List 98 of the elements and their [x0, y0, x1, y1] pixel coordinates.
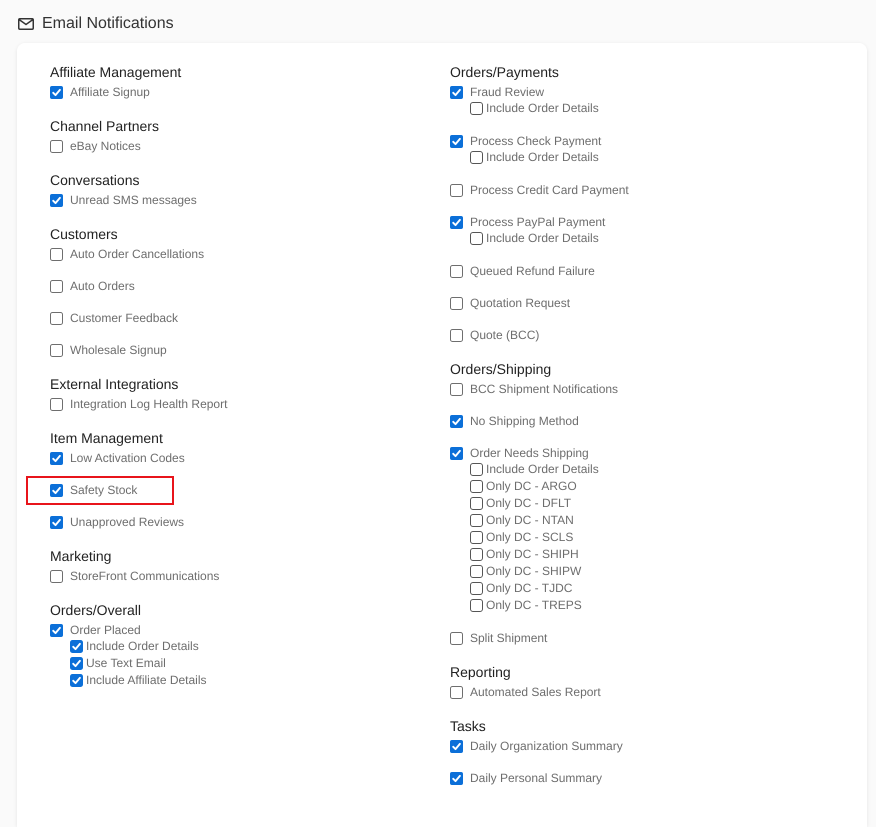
option-label: Include Order Details	[486, 100, 599, 117]
option-label: Only DC - ARGO	[486, 478, 577, 495]
option-label: Only DC - SHIPH	[486, 546, 579, 563]
checkbox[interactable]	[470, 151, 483, 164]
option-label: Only DC - SHIPW	[486, 563, 582, 580]
checkbox[interactable]	[50, 398, 63, 410]
checkbox[interactable]	[470, 463, 483, 476]
option-label: Daily Personal Summary	[470, 770, 602, 786]
checkbox[interactable]	[50, 140, 63, 152]
option-label: Customer Feedback	[70, 310, 178, 326]
section-heading: Orders/Payments	[450, 63, 560, 82]
section-heading: Tasks	[450, 717, 487, 736]
option-label: Include Affiliate Details	[86, 672, 207, 689]
checkbox[interactable]	[70, 640, 83, 653]
checkbox[interactable]	[450, 86, 463, 98]
checkbox[interactable]	[450, 686, 463, 698]
checkbox[interactable]	[50, 516, 63, 528]
option-label: Include Order Details	[486, 149, 599, 166]
section-heading: Channel Partners	[50, 117, 160, 136]
option-label: Process Credit Card Payment	[470, 182, 629, 198]
option-label: Wholesale Signup	[70, 342, 167, 358]
section-heading: Customers	[50, 225, 119, 244]
checkbox[interactable]	[50, 452, 63, 464]
checkbox[interactable]	[450, 328, 463, 342]
checkbox[interactable]	[450, 632, 463, 644]
option-label: Only DC - TJDC	[486, 580, 572, 597]
section-heading: Conversations	[50, 171, 140, 190]
checkbox[interactable]	[50, 484, 63, 496]
checkbox[interactable]	[450, 382, 463, 396]
option-label: eBay Notices	[70, 138, 141, 154]
section-heading: Item Management	[50, 429, 164, 448]
checkbox[interactable]	[470, 480, 483, 493]
checkbox[interactable]	[450, 740, 463, 752]
section-heading: Affiliate Management	[50, 63, 182, 82]
mail-icon	[18, 18, 34, 30]
checkbox[interactable]	[450, 296, 463, 310]
option-label: Queued Refund Failure	[470, 263, 595, 279]
checkbox[interactable]	[50, 570, 63, 582]
checkbox[interactable]	[450, 772, 463, 784]
option-label: Quotation Request	[470, 295, 570, 311]
checkbox[interactable]	[50, 344, 63, 356]
option-label: Daily Organization Summary	[470, 738, 623, 754]
checkbox[interactable]	[470, 531, 483, 544]
option-label: Auto Orders	[70, 278, 135, 294]
checkbox[interactable]	[50, 312, 63, 324]
checkbox[interactable]	[50, 280, 63, 292]
checkbox[interactable]	[50, 248, 63, 260]
option-label: Split Shipment	[470, 630, 548, 646]
checkbox[interactable]	[450, 184, 463, 196]
option-label: Include Order Details	[486, 230, 599, 247]
checkbox[interactable]	[470, 514, 483, 527]
checkbox[interactable]	[50, 86, 63, 98]
option-label: Quote (BCC)	[470, 327, 540, 343]
option-label: Only DC - SCLS	[486, 529, 574, 546]
checkbox[interactable]	[450, 134, 463, 148]
checkbox[interactable]	[450, 264, 463, 278]
page-title: Email Notifications	[42, 14, 174, 34]
option-label: Fraud Review	[470, 84, 544, 100]
checkbox[interactable]	[70, 657, 83, 670]
option-label: Unread SMS messages	[70, 192, 197, 208]
option-label: Process Check Payment	[470, 133, 602, 149]
section-heading: Marketing	[50, 547, 112, 566]
option-label: Integration Log Health Report	[70, 396, 228, 412]
option-label: Order Needs Shipping	[470, 445, 589, 461]
option-label: Only DC - NTAN	[486, 512, 574, 529]
checkbox[interactable]	[470, 548, 483, 561]
option-label: Automated Sales Report	[470, 684, 601, 700]
option-label: Affiliate Signup	[70, 84, 150, 100]
option-label: Order Placed	[70, 622, 141, 638]
section-heading: External Integrations	[50, 375, 180, 394]
checkbox[interactable]	[470, 102, 483, 115]
option-label: Unapproved Reviews	[70, 514, 184, 530]
checkbox[interactable]	[470, 232, 483, 245]
checkbox[interactable]	[470, 497, 483, 510]
option-label: BCC Shipment Notifications	[470, 381, 618, 397]
checkbox[interactable]	[450, 216, 463, 228]
section-heading: Orders/Shipping	[450, 360, 552, 379]
option-label: Low Activation Codes	[70, 450, 185, 466]
section-heading: Reporting	[450, 663, 512, 682]
checkbox[interactable]	[470, 582, 483, 595]
checkbox[interactable]	[470, 565, 483, 578]
checkbox[interactable]	[450, 414, 463, 428]
checkbox[interactable]	[470, 599, 483, 612]
option-label: Only DC - TREPS	[486, 597, 582, 614]
option-label: Include Order Details	[486, 461, 599, 478]
checkbox[interactable]	[50, 194, 63, 206]
option-label: Process PayPal Payment	[470, 214, 606, 230]
option-label: Use Text Email	[86, 655, 166, 672]
option-label: Safety Stock	[70, 482, 138, 498]
option-label: Include Order Details	[86, 638, 199, 655]
option-label: Only DC - DFLT	[486, 495, 572, 512]
checkbox[interactable]	[50, 624, 63, 636]
option-label: No Shipping Method	[470, 413, 579, 429]
option-label: StoreFront Communications	[70, 568, 220, 584]
section-heading: Orders/Overall	[50, 601, 142, 620]
checkbox[interactable]	[70, 674, 83, 687]
checkbox[interactable]	[450, 446, 463, 460]
option-label: Auto Order Cancellations	[70, 246, 204, 262]
